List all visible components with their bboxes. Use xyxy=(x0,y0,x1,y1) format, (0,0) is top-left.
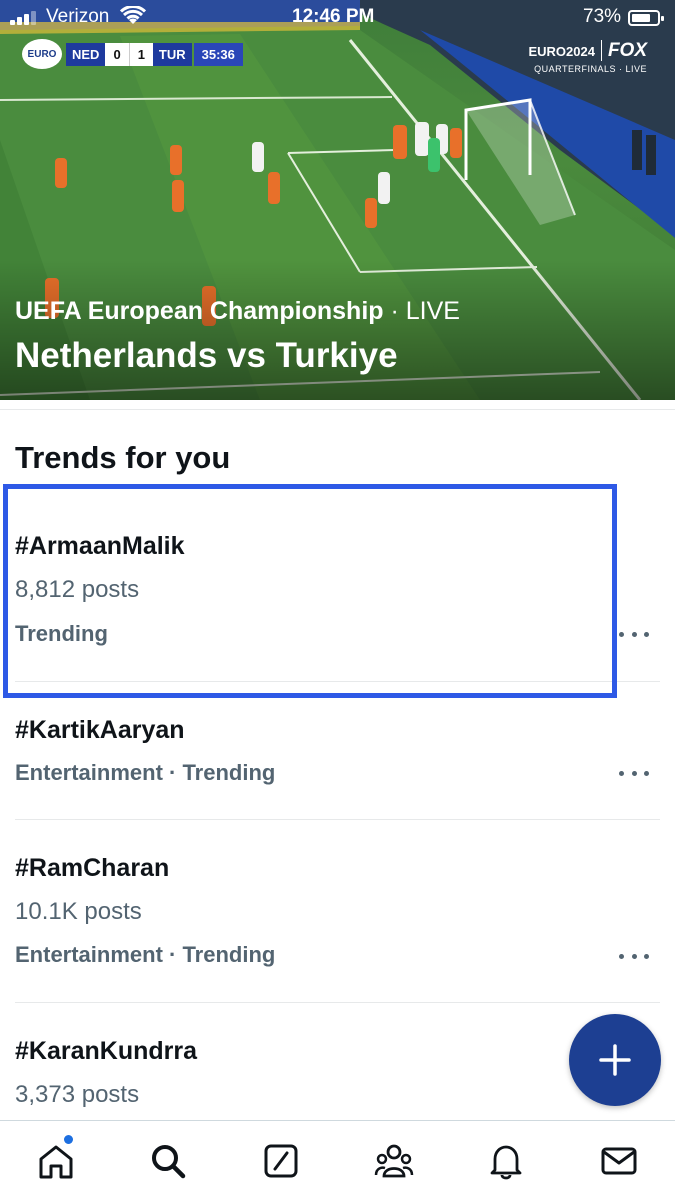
battery-icon xyxy=(628,10,664,26)
clock: 12:46 PM xyxy=(292,6,375,27)
home-icon xyxy=(39,1145,73,1179)
trend-name: #KartikAaryan xyxy=(15,716,185,744)
divider xyxy=(0,409,675,410)
notifications-icon xyxy=(490,1145,522,1180)
nav-messages-button[interactable] xyxy=(597,1139,641,1183)
nav-notifications-button[interactable] xyxy=(484,1139,528,1183)
trend-category: Entertainment · Trending xyxy=(15,760,276,785)
home-score: 0 xyxy=(105,42,129,66)
bottom-navigation xyxy=(0,1120,675,1201)
communities-icon xyxy=(374,1144,414,1178)
nav-explore-button[interactable] xyxy=(146,1139,190,1183)
home-team: NED xyxy=(66,42,106,66)
nav-grok-button[interactable] xyxy=(259,1139,303,1183)
event-competition: UEFA European Championship xyxy=(15,297,384,325)
event-subtitle: UEFA European Championship · LIVE xyxy=(15,297,460,326)
new-activity-dot xyxy=(64,1135,73,1144)
broadcast-brand: EURO2024 xyxy=(528,44,595,59)
status-bar: Verizon 12:46 PM 73% xyxy=(0,0,675,34)
search-icon xyxy=(152,1145,186,1179)
trend-post-count: 10.1K posts xyxy=(15,898,142,925)
network-name: FOX xyxy=(600,40,647,61)
cellular-signal-icon xyxy=(10,9,40,25)
tournament-logo: EURO xyxy=(22,39,62,69)
trend-item[interactable]: #KartikAaryan Entertainment · Trending xyxy=(0,682,675,819)
nav-communities-button[interactable] xyxy=(372,1139,416,1183)
away-team: TUR xyxy=(152,42,192,66)
carrier-name: Verizon xyxy=(46,6,110,27)
trend-post-count: 3,373 posts xyxy=(15,1081,140,1108)
broadcast-stage: QUARTERFINALS · LIVE xyxy=(534,64,647,74)
wifi-icon xyxy=(120,6,146,24)
trend-name: #KaranKundrra xyxy=(15,1037,197,1065)
trend-item[interactable]: #RamCharan 10.1K posts Entertainment · T… xyxy=(0,820,675,1002)
highlight-box xyxy=(3,484,617,698)
event-title: Netherlands vs Turkiye xyxy=(15,336,398,375)
compose-post-button[interactable] xyxy=(569,1014,661,1106)
more-options-icon[interactable] xyxy=(619,624,649,644)
live-label: · LIVE xyxy=(383,297,460,325)
battery-percent: 73% xyxy=(583,6,622,27)
plus-icon xyxy=(599,1044,631,1076)
live-event-hero[interactable]: Verizon 12:46 PM 73% EURO NED 0 1 TUR 35… xyxy=(0,0,675,400)
trend-name: #RamCharan xyxy=(15,854,170,882)
broadcaster-logo: EURO2024 FOX QUARTERFINALS · LIVE xyxy=(528,40,647,74)
nav-home-button[interactable] xyxy=(34,1139,78,1183)
away-score: 1 xyxy=(128,42,153,66)
scorebug: EURO NED 0 1 TUR 35:36 xyxy=(22,39,243,69)
more-options-icon[interactable] xyxy=(619,763,649,783)
grok-icon xyxy=(264,1144,298,1178)
messages-icon xyxy=(601,1147,637,1175)
more-options-icon[interactable] xyxy=(619,946,649,966)
section-title: Trends for you xyxy=(15,440,231,475)
trend-category: Entertainment · Trending xyxy=(15,942,276,967)
match-clock: 35:36 xyxy=(193,42,243,66)
